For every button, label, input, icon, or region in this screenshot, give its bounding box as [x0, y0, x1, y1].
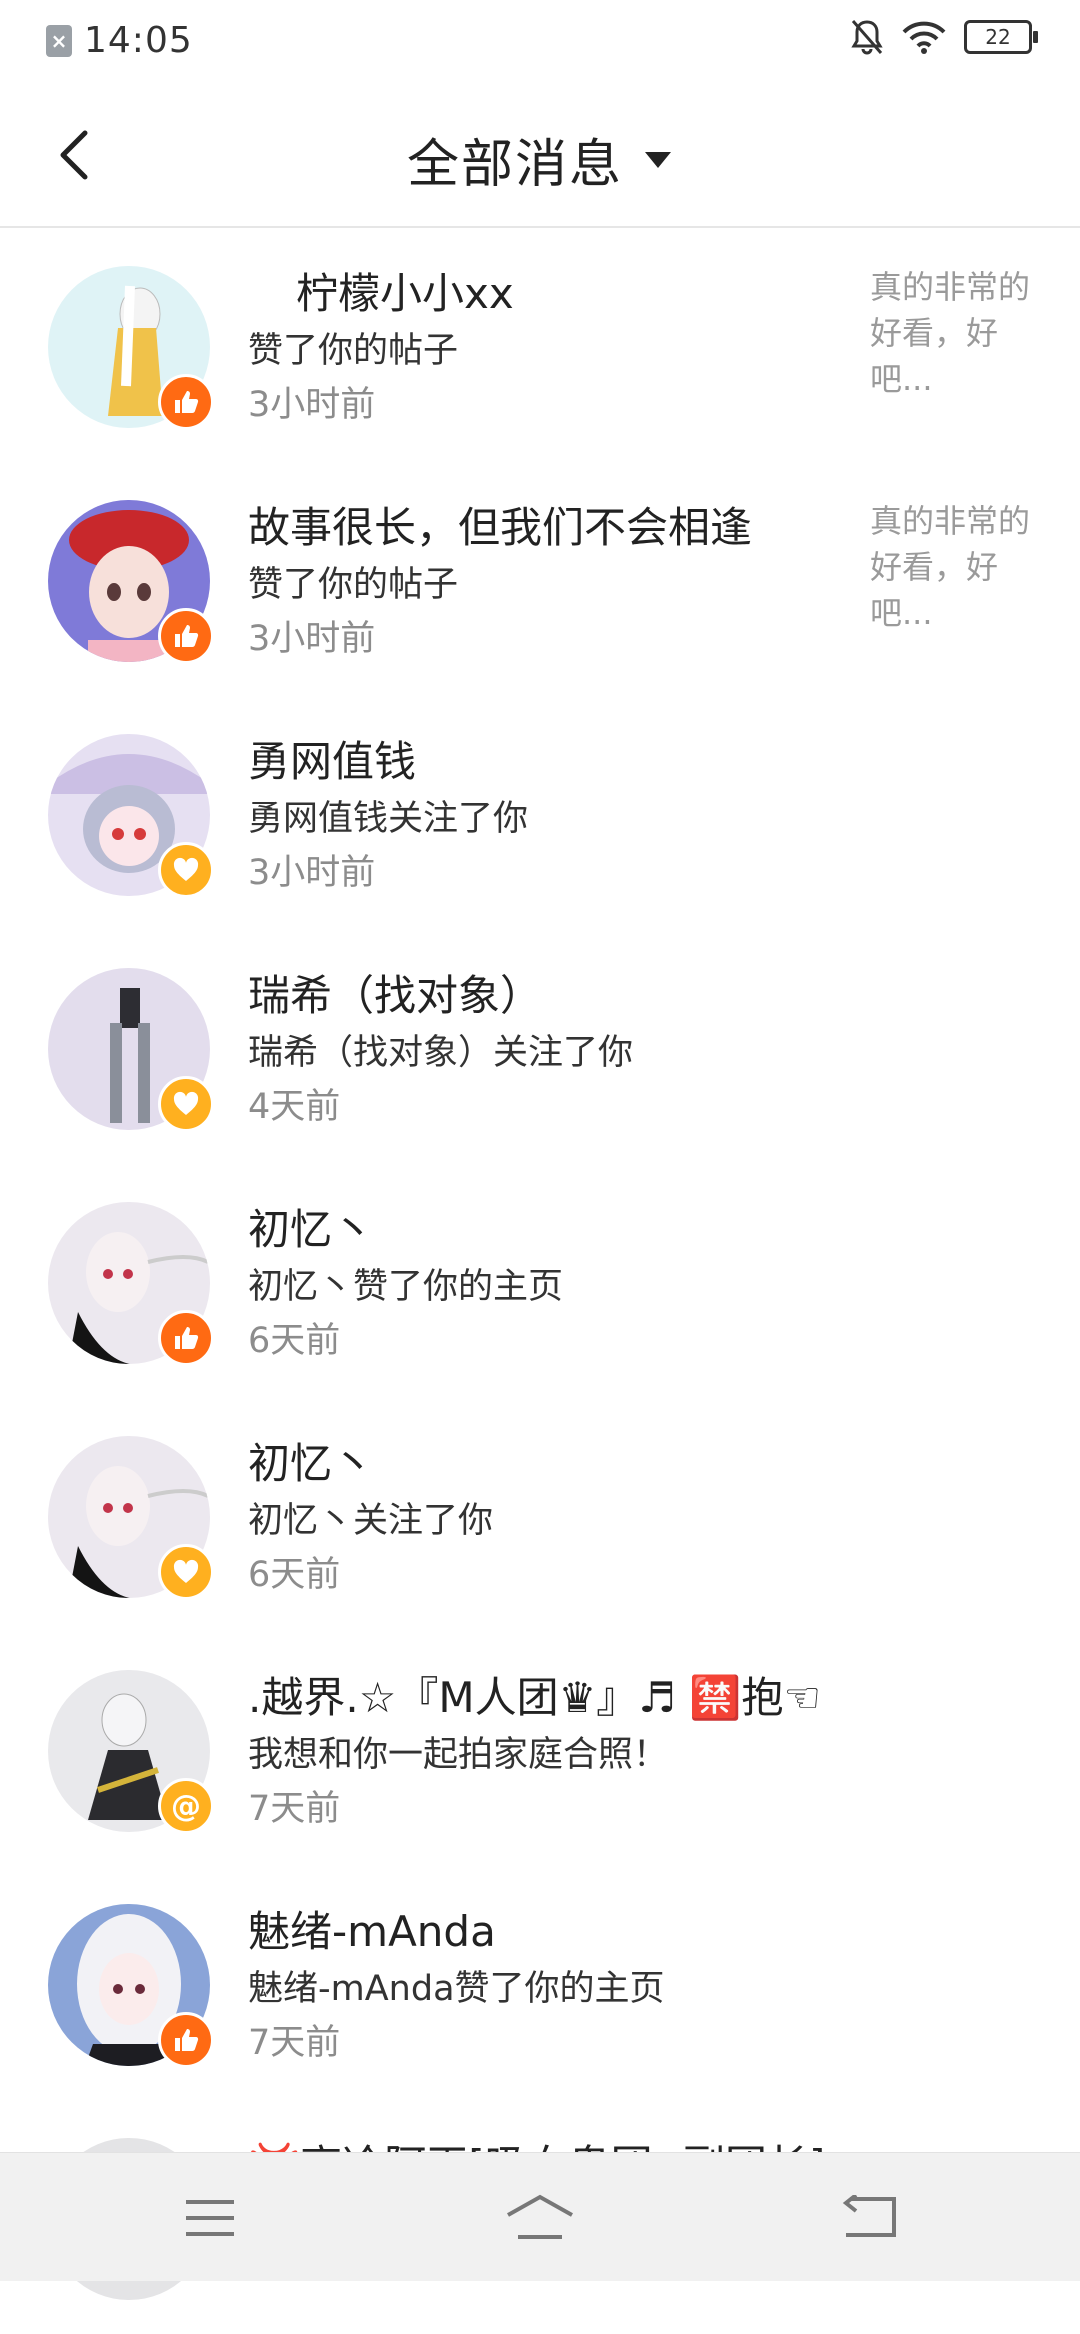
like-icon [175, 625, 199, 647]
message-description: 我想和你一起拍家庭合照！ [248, 1735, 669, 1775]
back-nav-button[interactable] [830, 2183, 910, 2253]
home-button[interactable] [500, 2183, 580, 2253]
heart-icon [173, 1091, 199, 1115]
message-description: 初忆丶关注了你 [248, 1501, 494, 1541]
title-dropdown[interactable]: 全部消息 [0, 122, 1080, 197]
bell-off-icon [851, 20, 883, 55]
sender-name: 勇网值钱 [248, 737, 417, 786]
heart-icon [173, 857, 199, 881]
like-badge [158, 1310, 214, 1366]
system-navigation-bar [0, 2152, 1080, 2281]
like-icon [175, 1327, 199, 1349]
sender-name: 瑞希（找对象） [248, 971, 543, 1020]
message-time: 3小时前 [248, 619, 376, 659]
page-title: 全部消息 [406, 135, 623, 195]
message-item[interactable]: 魅绪-mAnda 魅绪-mAnda赞了你的主页 7天前 [0, 1866, 1080, 2100]
follow-badge [158, 1544, 214, 1600]
message-time: 7天前 [248, 1789, 341, 1829]
status-time: 14:05 [84, 20, 193, 61]
mention-badge: @ [158, 1778, 214, 1834]
like-badge [158, 374, 214, 430]
message-description: 魅绪-mAnda赞了你的主页 [248, 1969, 665, 2009]
message-description: 初忆丶赞了你的主页 [248, 1267, 564, 1307]
wifi-icon [902, 21, 946, 54]
message-description: 赞了你的帖子 [248, 565, 459, 605]
message-item[interactable]: 故事很长，但我们不会相逢 赞了你的帖子 3小时前 真的非常的好看，好吧... [0, 462, 1080, 696]
sender-name: 魅绪-mAnda [248, 1907, 496, 1956]
dropdown-triangle-icon [645, 151, 671, 168]
message-item[interactable]: 初忆丶 初忆丶关注了你 6天前 [0, 1398, 1080, 1632]
return-icon [842, 2195, 896, 2237]
like-icon [175, 2029, 199, 2051]
message-item[interactable]: 勇网值钱 勇网值钱关注了你 3小时前 [0, 696, 1080, 930]
message-time: 6天前 [248, 1321, 341, 1361]
message-description: 瑞希（找对象）关注了你 [248, 1033, 634, 1073]
follow-badge [158, 842, 214, 898]
message-time: 7天前 [248, 2023, 341, 2063]
message-description: 勇网值钱关注了你 [248, 799, 529, 839]
header: 全部消息 [0, 84, 1080, 228]
message-item[interactable]: 瑞希（找对象） 瑞希（找对象）关注了你 4天前 [0, 930, 1080, 1164]
menu-icon [186, 2200, 234, 2236]
message-item[interactable]: 初忆丶 初忆丶赞了你的主页 6天前 [0, 1164, 1080, 1398]
sender-name: 柠檬小小xx [296, 269, 514, 318]
sender-name: 故事很长，但我们不会相逢 [248, 503, 753, 552]
menu-button[interactable] [170, 2183, 250, 2253]
home-icon [507, 2194, 573, 2239]
like-badge [158, 608, 214, 664]
like-badge [158, 2012, 214, 2068]
message-time: 3小时前 [248, 385, 376, 425]
message-item[interactable]: 柠檬小小xx 赞了你的帖子 3小时前 真的非常的好看，好吧... [0, 228, 1080, 462]
sender-name: 初忆丶 [248, 1205, 375, 1254]
post-preview[interactable]: 真的非常的好看，好吧... [870, 264, 1040, 402]
like-icon [175, 391, 199, 413]
battery-indicator: 22 [964, 20, 1038, 54]
message-time: 6天前 [248, 1555, 341, 1595]
message-time: 4天前 [248, 1087, 341, 1127]
at-icon: @ [171, 1788, 201, 1824]
message-item[interactable]: @ .越界.☆『M人团♛』♬ 🈲抱☜ 我想和你一起拍家庭合照！ 7天前 [0, 1632, 1080, 1866]
follow-badge [158, 1076, 214, 1132]
message-description: 赞了你的帖子 [248, 331, 459, 371]
message-time: 3小时前 [248, 853, 376, 893]
post-preview[interactable]: 真的非常的好看，好吧... [870, 498, 1040, 636]
status-bar: × 14:05 22 [0, 0, 1080, 84]
heart-icon [173, 1559, 199, 1583]
sender-name: .越界.☆『M人团♛』♬ 🈲抱☜ [248, 1673, 822, 1722]
battery-level: 22 [985, 25, 1011, 49]
app-notification-icon: × [46, 24, 72, 57]
sender-name: 初忆丶 [248, 1439, 375, 1488]
